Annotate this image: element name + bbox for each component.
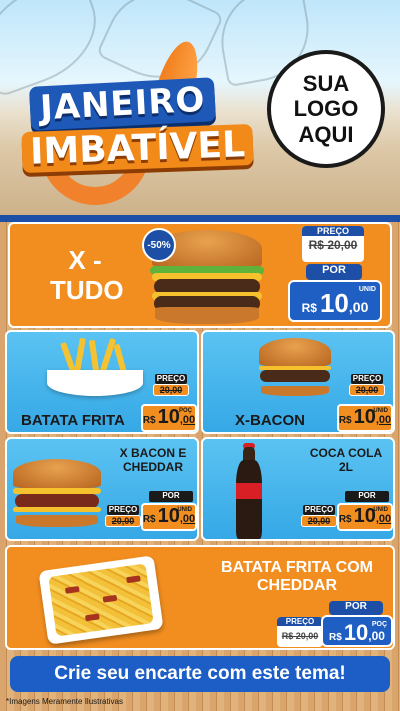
price-decimal: ,00 — [375, 414, 392, 426]
product-name-line-2: CHEDDAR — [257, 577, 337, 595]
product-card-coca-cola[interactable]: COCA COLA 2L POR PREÇO 20,00 UNID R$ 10 … — [201, 437, 395, 541]
product-name: BATATA FRITA — [21, 412, 125, 429]
blue-divider — [0, 215, 400, 222]
bottom-price: POÇ R$ 10 ,00 — [321, 615, 393, 647]
old-price-value: 20,00 — [105, 515, 141, 527]
product-name-line-1: X BACON E — [119, 446, 187, 460]
price-decimal: ,00 — [368, 629, 385, 643]
price-integer: 10 — [319, 288, 349, 318]
price-currency: R$ — [338, 514, 352, 525]
old-price-value: 20,00 — [153, 384, 189, 396]
product-card-batata-frita[interactable]: BATATA FRITA PREÇO 20,00 POÇ R$ 10 ,00 — [5, 330, 199, 434]
product-name-line-2: 2L — [338, 459, 353, 474]
product-card-x-bacon[interactable]: X-BACON PREÇO 20,00 UNID R$ 10 ,00 — [201, 330, 395, 434]
price-unit: UNID — [373, 507, 388, 513]
product-name-line-1: BATATA FRITA COM — [221, 559, 373, 576]
featured-product-card[interactable]: X - TUDO -50% PREÇO R$ 20,00 POR UNID R$… — [8, 222, 392, 328]
product-name-line-2: CHEDDAR — [123, 459, 183, 474]
x-bacon-cheddar-burger-image — [13, 459, 101, 527]
price-currency: R$ — [142, 415, 156, 426]
logo-placeholder[interactable]: SUA LOGO AQUI — [267, 50, 385, 168]
price-unit: UNID — [177, 507, 192, 513]
product-name: X BACON E CHEDDAR — [111, 446, 195, 475]
price-decimal: ,00 — [179, 513, 196, 525]
old-price-value: R$ 20,00 — [281, 631, 319, 641]
featured-old-price-box: PREÇO R$ 20,00 — [302, 226, 364, 262]
new-price-label: POR — [345, 491, 389, 502]
price-integer: 10 — [157, 406, 180, 428]
price-unit: UNID — [373, 408, 388, 414]
logo-text-2: LOGO — [293, 96, 359, 122]
product-price: UNID R$ 10 ,00 — [337, 503, 393, 531]
price-decimal: ,00 — [375, 513, 392, 525]
title-line-1: JANEIRO — [28, 77, 217, 131]
price-currency: R$ — [329, 632, 342, 643]
old-price-label: PREÇO — [277, 617, 323, 626]
discount-badge: -50% — [142, 228, 176, 262]
old-price-value: R$ 20,00 — [308, 238, 358, 252]
cheddar-fries-image — [38, 555, 164, 645]
price-currency: R$ — [301, 301, 317, 315]
logo-text-3: AQUI — [298, 121, 354, 147]
product-card-x-bacon-cheddar[interactable]: X BACON E CHEDDAR POR PREÇO 20,00 UNID R… — [5, 437, 199, 541]
x-bacon-burger-image — [259, 338, 331, 396]
old-price-label: PREÇO — [107, 505, 139, 515]
old-price-value: 20,00 — [301, 515, 337, 527]
featured-price: UNID R$ 10 ,00 — [288, 280, 382, 322]
old-price-label: PREÇO — [302, 226, 364, 236]
campaign-title: JANEIRO IMBATÍVEL — [21, 77, 254, 174]
bottom-old-price-box: PREÇO R$ 20,00 — [277, 617, 323, 647]
fries-image — [47, 337, 143, 396]
featured-name-line-2: TUDO — [50, 274, 124, 305]
logo-text-1: SUA — [302, 71, 350, 97]
featured-name-line-1: X - — [68, 245, 102, 275]
coca-cola-bottle-image — [229, 443, 269, 539]
product-name: BATATA FRITA COM CHEDDAR — [207, 559, 387, 596]
price-unit: POÇ — [178, 408, 192, 414]
featured-new-label: POR — [306, 264, 362, 280]
price-unit: POÇ — [371, 621, 387, 628]
old-price-value: 20,00 — [349, 384, 385, 396]
old-price-label: PREÇO — [155, 374, 187, 384]
new-price-label: POR — [345, 601, 367, 612]
price-unit: UNID — [358, 286, 376, 293]
price-decimal: ,00 — [348, 299, 369, 315]
old-price-label: PREÇO — [303, 505, 335, 515]
price-currency: R$ — [142, 514, 156, 525]
price-currency: R$ — [338, 415, 352, 426]
product-name: COCA COLA 2L — [301, 446, 391, 475]
header-banner: JANEIRO IMBATÍVEL SUA LOGO AQUI — [0, 0, 400, 215]
new-price-label: POR — [322, 264, 346, 276]
price-decimal: ,00 — [179, 414, 196, 426]
featured-product-name: X - TUDO — [50, 245, 124, 306]
title-line-2: IMBATÍVEL — [21, 123, 254, 174]
disclaimer-footnote: *Imagens Meramente Ilustrativas — [6, 697, 123, 706]
old-price-label: PREÇO — [351, 374, 383, 384]
new-price-label: POR — [149, 491, 193, 502]
price-integer: 10 — [343, 620, 369, 645]
product-price: UNID R$ 10 ,00 — [337, 404, 393, 432]
product-name-line-1: COCA COLA — [309, 446, 383, 460]
bottom-new-label: POR — [329, 601, 383, 615]
product-name: X-BACON — [235, 412, 305, 429]
create-flyer-button[interactable]: Crie seu encarte com este tema! — [10, 656, 390, 692]
product-price: UNID R$ 10 ,00 — [141, 503, 197, 531]
product-card-batata-cheddar[interactable]: BATATA FRITA COM CHEDDAR POR PREÇO R$ 20… — [5, 545, 395, 650]
product-price: POÇ R$ 10 ,00 — [141, 404, 197, 432]
